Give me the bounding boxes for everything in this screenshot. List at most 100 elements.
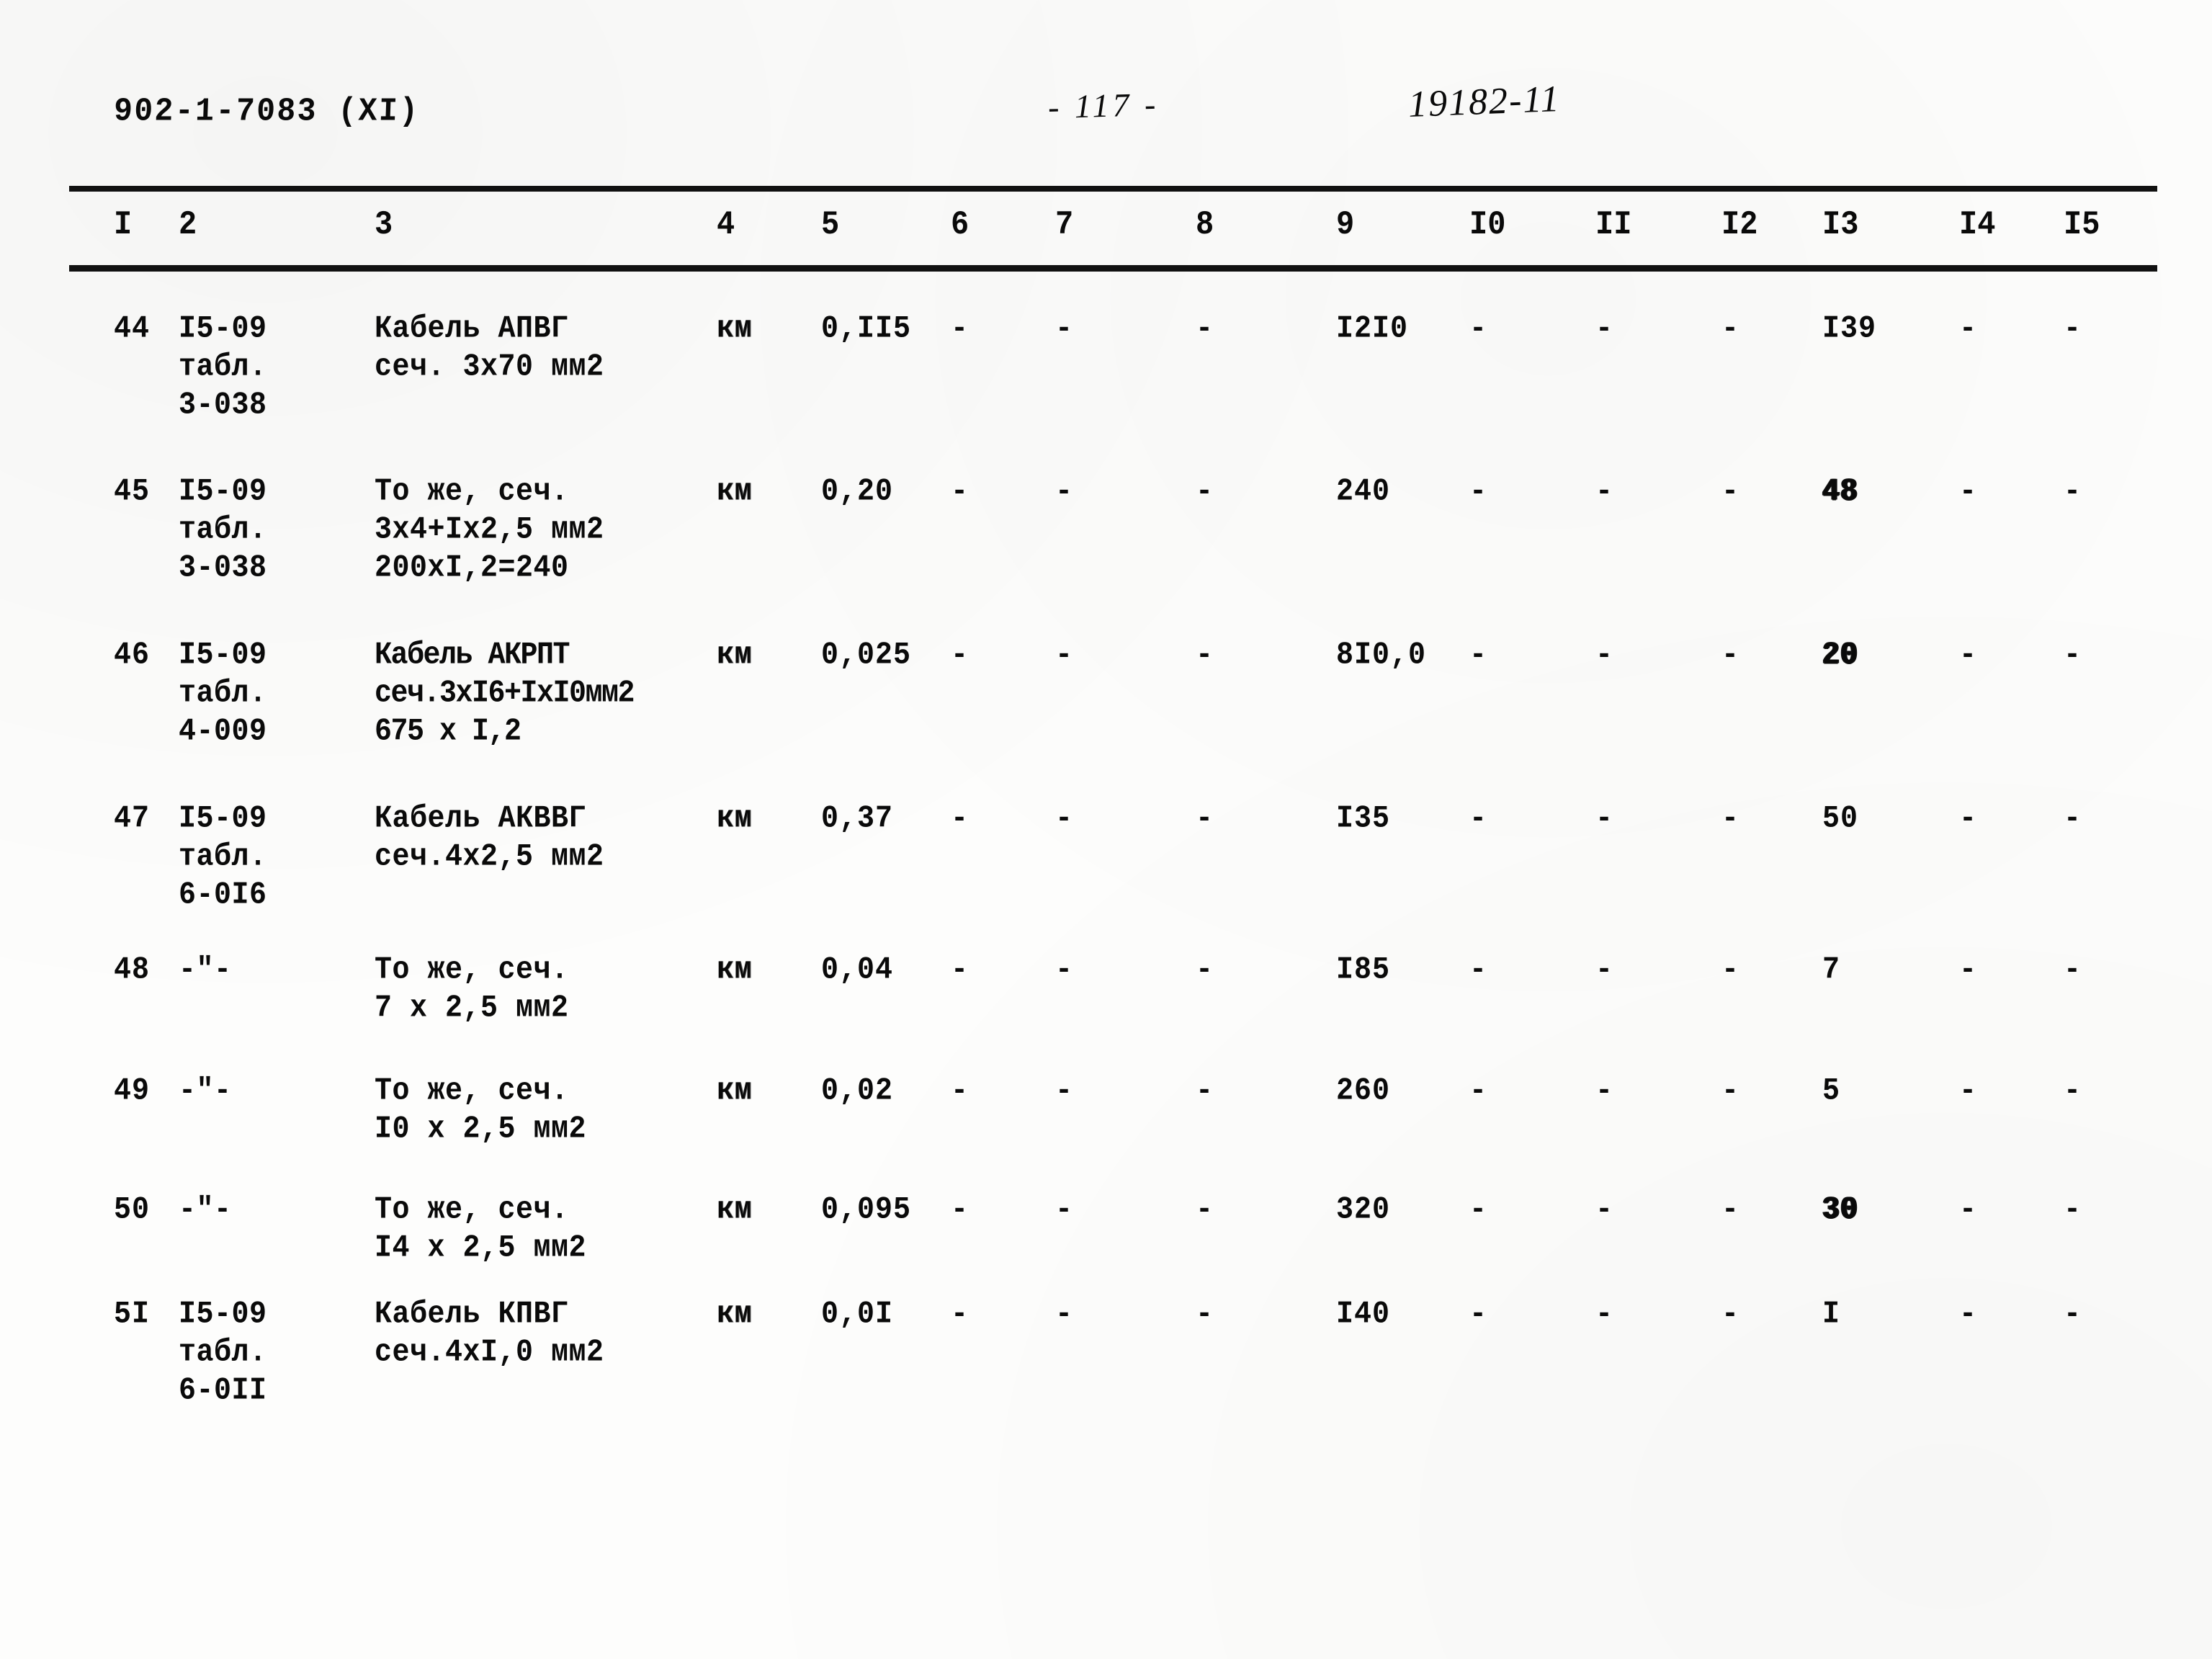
cell-col15: - [2064, 1193, 2082, 1228]
cell-col5: 0,025 [821, 638, 912, 674]
column-header-6: 6 [951, 205, 970, 244]
cell-col13: 50 [1822, 802, 1859, 837]
cell-col3: То же, сеч. 7 х 2,5 мм2 [375, 953, 569, 1027]
column-header-2: 2 [179, 205, 197, 244]
cell-col13: 48 [1822, 475, 1859, 510]
cell-col5: 0,04 [821, 953, 894, 988]
cell-col2: -"- [179, 953, 232, 988]
cell-col3: Кабель АПВГ сеч. 3х70 мм2 [375, 312, 604, 385]
cell-col7: - [1055, 638, 1073, 674]
page-header: 902-1-7083 (XI) - 117 - 19182-11 [0, 79, 2212, 158]
cell-col2: I5-09 табл. 6-0II [179, 1297, 267, 1409]
cell-col7: - [1055, 1193, 1073, 1228]
cell-col8: - [1196, 1297, 1214, 1333]
cell-col15: - [2064, 312, 2082, 347]
table-header-rule [69, 265, 2157, 272]
cell-col10: - [1469, 802, 1487, 837]
cell-col6: - [951, 638, 969, 674]
cell-col15: - [2064, 1074, 2082, 1109]
column-header-5: 5 [821, 205, 840, 244]
cell-col12: - [1721, 638, 1739, 674]
cell-col4: км [717, 1297, 753, 1333]
cell-col3: Кабель КПВГ сеч.4хI,0 мм2 [375, 1297, 604, 1371]
cell-col10: - [1469, 312, 1487, 347]
document-code: 902-1-7083 (XI) [113, 92, 421, 130]
column-header-I0: I0 [1469, 205, 1506, 244]
cell-col13: 7 [1822, 953, 1841, 988]
cell-col7: - [1055, 312, 1073, 347]
column-header-II: II [1595, 205, 1632, 244]
cell-col14: - [1959, 802, 1977, 837]
cell-col4: км [717, 312, 753, 347]
cell-col5: 0,20 [821, 475, 894, 510]
cell-col10: - [1469, 1297, 1487, 1333]
cell-col8: - [1196, 1074, 1214, 1109]
cell-col1: 49 [114, 1074, 151, 1109]
cell-col5: 0,095 [821, 1193, 912, 1228]
column-header-8: 8 [1196, 205, 1214, 244]
cell-col14: - [1959, 1297, 1977, 1333]
column-header-9: 9 [1336, 205, 1355, 244]
cell-col2: -"- [179, 1193, 232, 1228]
cell-col6: - [951, 1297, 969, 1333]
column-header-I3: I3 [1822, 205, 1859, 244]
cell-col10: - [1469, 1193, 1487, 1228]
cell-col14: - [1959, 953, 1977, 988]
cell-col1: 48 [114, 953, 151, 988]
cell-col11: - [1595, 953, 1613, 988]
cell-col5: 0,02 [821, 1074, 894, 1109]
cell-col8: - [1196, 953, 1214, 988]
cell-col6: - [951, 312, 969, 347]
cell-col10: - [1469, 475, 1487, 510]
column-header-4: 4 [717, 205, 735, 244]
cell-col4: км [717, 638, 753, 674]
cell-col2: I5-09 табл. 3-038 [179, 312, 267, 424]
cell-col11: - [1595, 312, 1613, 347]
cell-col9: I40 [1336, 1297, 1391, 1333]
cell-col12: - [1721, 953, 1739, 988]
cell-col11: - [1595, 802, 1613, 837]
cell-col6: - [951, 1193, 969, 1228]
cell-col1: 50 [114, 1193, 151, 1228]
cell-col13: 20 [1822, 638, 1859, 674]
stamp-number: 19182-11 [1407, 78, 1562, 126]
cell-col8: - [1196, 638, 1214, 674]
cell-col11: - [1595, 475, 1613, 510]
cell-col7: - [1055, 1297, 1073, 1333]
cell-col9: I35 [1336, 802, 1391, 837]
column-header-I5: I5 [2064, 205, 2100, 244]
column-header-3: 3 [375, 205, 393, 244]
cell-col12: - [1721, 802, 1739, 837]
cell-col11: - [1595, 638, 1613, 674]
column-header-7: 7 [1055, 205, 1074, 244]
cell-col11: - [1595, 1074, 1613, 1109]
column-header-I2: I2 [1721, 205, 1758, 244]
cell-col12: - [1721, 312, 1739, 347]
cell-col3: Кабель АКРПТ сеч.3хI6+IхI0мм2 675 х I,2 [375, 638, 635, 750]
cell-col2: -"- [179, 1074, 232, 1109]
cell-col9: I85 [1336, 953, 1391, 988]
cell-col14: - [1959, 1074, 1977, 1109]
cell-col7: - [1055, 802, 1073, 837]
cell-col5: 0,II5 [821, 312, 912, 347]
cell-col15: - [2064, 638, 2082, 674]
cell-col10: - [1469, 953, 1487, 988]
cell-col8: - [1196, 312, 1214, 347]
cell-col14: - [1959, 1193, 1977, 1228]
table-top-rule [69, 186, 2157, 192]
cell-col2: I5-09 табл. 6-0I6 [179, 802, 267, 913]
cell-col8: - [1196, 1193, 1214, 1228]
cell-col1: 47 [114, 802, 151, 837]
cell-col13: I39 [1822, 312, 1877, 347]
cell-col15: - [2064, 1297, 2082, 1333]
cell-col14: - [1959, 312, 1977, 347]
cell-col10: - [1469, 1074, 1487, 1109]
cell-col4: км [717, 475, 753, 510]
cell-col9: 240 [1336, 475, 1391, 510]
cell-col7: - [1055, 1074, 1073, 1109]
cell-col7: - [1055, 475, 1073, 510]
cell-col3: Кабель АКВВГ сеч.4х2,5 мм2 [375, 802, 604, 875]
document-page: 902-1-7083 (XI) - 117 - 19182-11 I2 3 4 5 6 7… [0, 0, 2212, 1659]
cell-col4: км [717, 953, 753, 988]
cell-col13: 30 [1822, 1193, 1859, 1228]
